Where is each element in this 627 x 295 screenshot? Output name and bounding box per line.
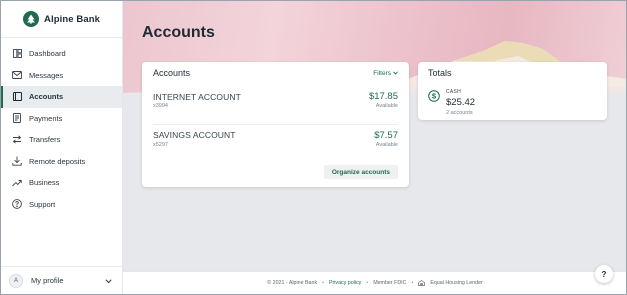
totals-card: Totals $ CASH $25.42 2 accounts: [418, 62, 607, 120]
page-title: Accounts: [142, 24, 215, 41]
account-balance: $17.85: [368, 91, 398, 102]
sidebar-item-label: Dashboard: [29, 49, 66, 59]
balance-label: Available: [375, 103, 398, 109]
profile-menu[interactable]: A My profile: [1, 266, 122, 294]
sidebar-item-label: Transfers: [29, 135, 61, 145]
main-content: Accounts Accounts Filters INTERNET ACCOU…: [123, 1, 626, 294]
help-button[interactable]: ?: [595, 265, 613, 283]
equal-housing-icon: [418, 280, 426, 286]
account-row-savings[interactable]: SAVINGS ACCOUNT x5297 $7.57 Available: [153, 124, 398, 156]
sidebar-item-dashboard[interactable]: Dashboard: [1, 43, 122, 65]
sidebar: Alpine Bank Dashboard Messages Accounts: [1, 1, 123, 294]
trending-up-icon: [12, 178, 22, 188]
account-name: SAVINGS ACCOUNT: [153, 130, 236, 140]
footer: © 2021 - Alpine Bank • Privacy policy • …: [123, 271, 626, 294]
separator-dot: •: [411, 280, 414, 286]
equal-housing-text: Equal Housing Lender: [430, 280, 483, 286]
sidebar-item-label: Messages: [29, 70, 64, 80]
separator-dot: •: [366, 280, 369, 286]
download-icon: [12, 156, 22, 166]
help-circle-icon: [12, 199, 22, 210]
sidebar-item-label: Accounts: [29, 92, 64, 102]
balance-label: Available: [375, 142, 398, 148]
account-name: INTERNET ACCOUNT: [153, 92, 241, 102]
account-row-internet[interactable]: INTERNET ACCOUNT x3994 $17.85 Available: [153, 89, 398, 121]
accounts-card-title: Accounts: [153, 68, 191, 78]
dashboard-icon: [12, 49, 22, 59]
member-fdic-text: Member FDIC: [373, 280, 407, 286]
svg-text:$: $: [432, 92, 437, 101]
mail-icon: [12, 70, 22, 80]
avatar: A: [9, 273, 23, 288]
profile-label: My profile: [31, 276, 64, 285]
account-balance: $7.57: [374, 130, 398, 141]
dollar-circle-icon: $: [428, 90, 440, 102]
totals-card-title: Totals: [428, 68, 452, 78]
filters-label: Filters: [373, 69, 391, 77]
account-number: x5297: [153, 142, 168, 148]
brand-name: Alpine Bank: [44, 13, 100, 25]
sidebar-item-messages[interactable]: Messages: [1, 65, 122, 87]
organize-accounts-button[interactable]: Organize accounts: [323, 165, 398, 179]
sidebar-item-label: Remote deposits: [29, 156, 86, 166]
privacy-policy-link[interactable]: Privacy policy: [329, 280, 361, 286]
sidebar-item-payments[interactable]: Payments: [1, 108, 122, 130]
sidebar-item-accounts[interactable]: Accounts: [1, 86, 122, 108]
cash-account-count: 2 accounts: [446, 110, 473, 116]
sidebar-item-label: Business: [29, 178, 60, 188]
cash-label: CASH: [446, 89, 462, 95]
sidebar-item-remote-deposits[interactable]: Remote deposits: [1, 151, 122, 173]
sidebar-item-support[interactable]: Support: [1, 194, 122, 216]
chevron-down-icon: [393, 71, 398, 75]
chevron-down-icon: [105, 277, 112, 286]
sidebar-item-transfers[interactable]: Transfers: [1, 129, 122, 151]
sidebar-item-business[interactable]: Business: [1, 172, 122, 194]
cash-amount: $25.42: [446, 97, 476, 108]
sidebar-nav: Dashboard Messages Accounts Payments Tra…: [1, 38, 122, 215]
copyright-text: © 2021 - Alpine Bank: [267, 280, 318, 286]
sidebar-item-label: Payments: [29, 113, 63, 123]
separator-dot: •: [322, 280, 324, 286]
app-window: Alpine Bank Dashboard Messages Accounts: [0, 0, 627, 295]
account-number: x3994: [153, 103, 168, 109]
pine-tree-logo-icon: [23, 11, 39, 27]
brand[interactable]: Alpine Bank: [1, 1, 122, 38]
filters-button[interactable]: Filters: [373, 70, 398, 77]
swap-icon: [12, 135, 22, 145]
sidebar-item-label: Support: [29, 199, 56, 209]
accounts-card: Accounts Filters INTERNET ACCOUNT x3994 …: [142, 62, 409, 187]
wallet-icon: [12, 92, 22, 102]
receipt-icon: [12, 113, 22, 124]
